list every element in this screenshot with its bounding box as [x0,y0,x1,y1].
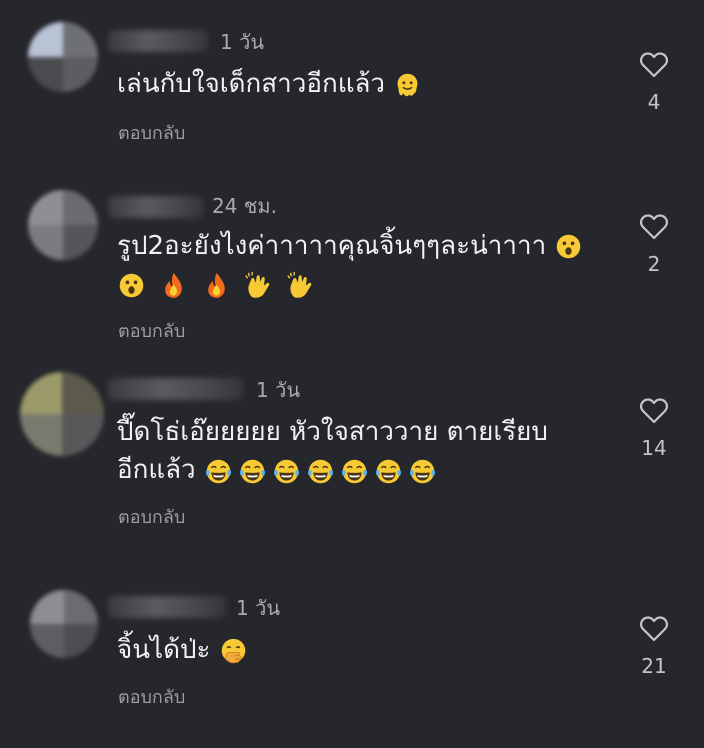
clapping-hands-icon [287,271,312,298]
like-group: 2 [630,214,678,276]
emoji-row [204,453,442,489]
reply-button[interactable]: ตอบกลับ [118,502,185,531]
reply-button[interactable]: ตอบกลับ [118,682,185,711]
avatar[interactable] [20,372,104,456]
avatar[interactable] [28,22,98,92]
like-group: 4 [630,52,678,114]
tears-of-joy-icon [375,459,401,483]
avatar[interactable] [30,590,98,658]
heart-icon[interactable] [640,398,668,424]
clapping-hands-icon [245,271,270,298]
emoji-row [219,633,253,669]
surprised-face-icon [119,273,144,297]
fire-icon [207,272,225,298]
username[interactable] [108,196,203,218]
tears-of-joy-icon [341,459,367,483]
comment-text: จิ้นได้ป่ะ [117,632,253,669]
tears-of-joy-icon [273,459,299,483]
comment-text-body: จิ้นได้ป่ะ [117,635,211,665]
username[interactable] [108,30,208,52]
comment-text-body: เล่นกับใจเด็กสาวอีกแล้ว [117,69,385,99]
heart-icon[interactable] [640,214,668,240]
tears-of-joy-icon [409,459,435,483]
emoji-row [117,266,320,303]
heart-icon[interactable] [640,52,668,78]
like-count: 14 [641,436,667,460]
emoji-row [393,67,427,103]
comment-time: 1 วัน [256,378,300,402]
tears-of-joy-icon [239,459,265,483]
like-group: 14 [630,398,678,460]
comment-text-line2: อีกแล้ว [117,455,196,485]
comment-time: 1 วัน [220,30,264,54]
melting-face-icon [397,73,418,96]
comment-text-body: ปี๊ดโธ่เอ๊ยยยยย หัวใจสาววาย ตายเรียบ [117,417,548,447]
reply-button[interactable]: ตอบกลับ [118,316,185,345]
hand-over-mouth-icon [221,638,245,663]
comment-time: 1 วัน [236,596,280,620]
comment-time: 24 ชม. [212,194,277,218]
comment-text-body: รูป2อะยังไงค่าาาาาคุณจิ้นๆๆละน่าาาา [117,231,547,261]
tears-of-joy-icon [307,459,333,483]
tears-of-joy-icon [205,459,231,483]
comment-text: ปี๊ดโธ่เอ๊ยยยยย หัวใจสาววาย ตายเรียบ [117,414,548,450]
username[interactable] [108,378,243,400]
comment-text: เล่นกับใจเด็กสาวอีกแล้ว [117,66,427,103]
like-count: 4 [647,90,661,114]
heart-icon[interactable] [640,616,668,642]
fire-icon [165,272,183,298]
comment-text: รูป2อะยังไงค่าาาาาคุณจิ้นๆๆละน่าาาา [117,228,588,264]
username[interactable] [108,596,226,618]
like-count: 21 [641,654,667,678]
comment-text: อีกแล้ว [117,452,442,489]
surprised-face-icon [557,234,581,259]
like-group: 21 [630,616,678,678]
reply-button[interactable]: ตอบกลับ [118,118,185,147]
avatar[interactable] [28,190,98,260]
like-count: 2 [647,252,661,276]
